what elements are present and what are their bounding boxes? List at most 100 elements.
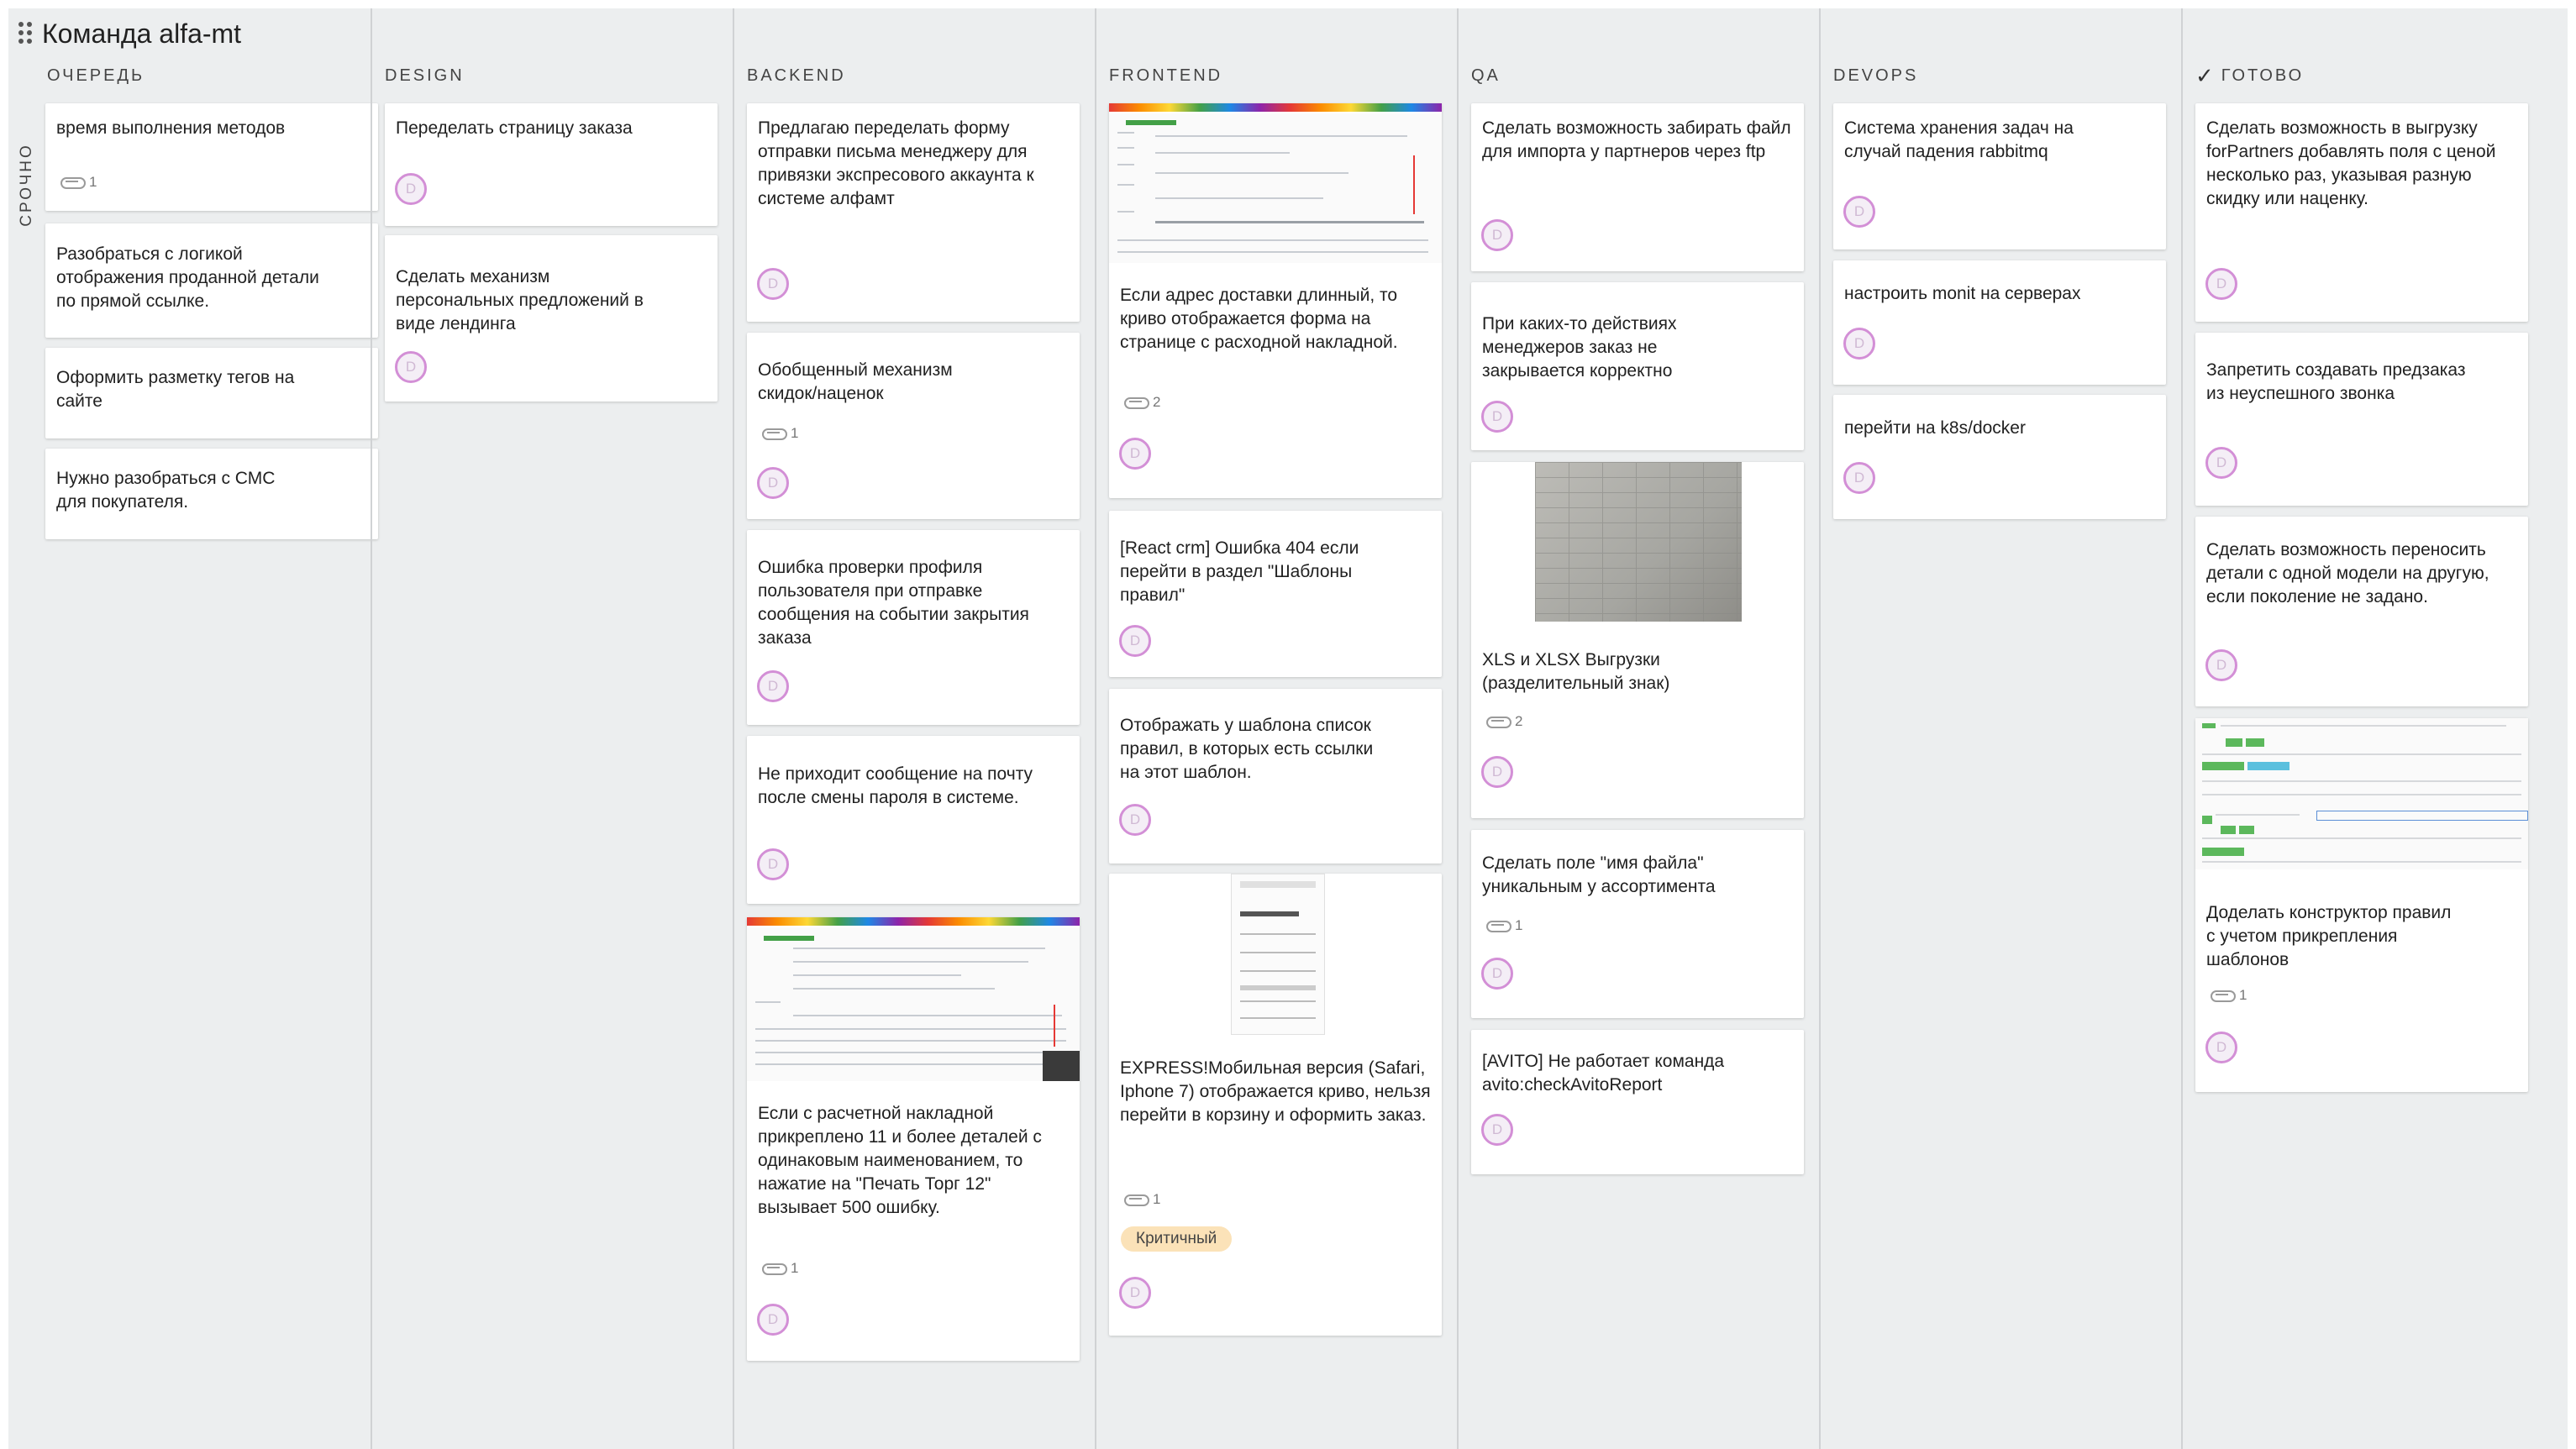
paperclip-icon — [2211, 990, 2236, 1002]
task-card[interactable]: Система хранения задач на случай падения… — [1833, 103, 2166, 249]
paperclip-icon — [1486, 920, 1511, 932]
assignee-avatar[interactable]: D — [2205, 447, 2237, 479]
task-card[interactable]: XLS и XLSX Выгрузки (разделительный знак… — [1471, 462, 1804, 818]
card-title: Сделать поле "имя файла" уникальным у ас… — [1482, 853, 1716, 896]
assignee-avatar[interactable]: D — [1481, 219, 1513, 251]
attachment-count-value: 1 — [791, 425, 799, 441]
attachment-thumbnail[interactable] — [1109, 103, 1442, 263]
assignee-avatar[interactable]: D — [395, 351, 427, 383]
assignee-avatar[interactable]: D — [2205, 649, 2237, 681]
column-title: BACKEND — [747, 66, 846, 85]
card-title: Если с расчетной накладной прикреплено 1… — [758, 1104, 1042, 1217]
assignee-avatar[interactable]: D — [1843, 462, 1875, 494]
task-card[interactable]: Ошибка проверки профиля пользователя при… — [747, 530, 1080, 725]
card-title: Переделать страницу заказа — [396, 118, 633, 138]
card-title: [React crm] Ошибка 404 если перейти в ра… — [1120, 538, 1359, 605]
task-card[interactable]: Разобраться с логикой отображения продан… — [45, 223, 378, 338]
task-card[interactable]: [React crm] Ошибка 404 если перейти в ра… — [1109, 511, 1442, 677]
card-title: Запретить создавать предзаказ из неуспеш… — [2206, 360, 2466, 403]
assignee-avatar[interactable]: D — [1481, 401, 1513, 433]
task-card[interactable]: перейти на k8s/docker D — [1833, 395, 2166, 519]
assignee-avatar[interactable]: D — [757, 848, 789, 880]
attachment-thumbnail[interactable] — [1535, 462, 1742, 622]
card-title: Сделать механизм персональных предложени… — [396, 267, 644, 333]
task-card[interactable]: время выполнения методов 1 — [45, 103, 378, 211]
assignee-avatar[interactable]: D — [1481, 1114, 1513, 1146]
attachment-count: 1 — [1486, 917, 1522, 934]
card-title: EXPRESS!Мобильная версия (Safari, Iphone… — [1120, 1058, 1431, 1125]
card-title: Оформить разметку тегов на сайте — [56, 368, 295, 411]
assignee-avatar[interactable]: D — [2205, 1032, 2237, 1063]
task-card[interactable]: [AVITO] Не работает команда avito:checkA… — [1471, 1030, 1804, 1174]
task-card[interactable]: Нужно разобраться с СМС для покупателя. — [45, 449, 378, 539]
column-title: FRONTEND — [1109, 66, 1223, 85]
assignee-avatar[interactable]: D — [757, 670, 789, 702]
attachment-count-value: 1 — [89, 174, 97, 190]
task-card[interactable]: Если адрес доставки длинный, то криво от… — [1109, 103, 1442, 498]
attachment-count: 2 — [1486, 713, 1522, 730]
task-card[interactable]: Сделать возможность в выгрузку forPartne… — [2195, 103, 2528, 322]
board: Команда alfa-mt СРОЧНО ОЧЕРЕДЬ время вып… — [8, 8, 2568, 1449]
paperclip-icon — [1124, 396, 1149, 409]
check-icon: ✓ — [2195, 62, 2216, 88]
task-card[interactable]: Не приходит сообщение на почту после сме… — [747, 736, 1080, 904]
task-card[interactable]: Обобщенный механизм скидок/наценок 1 D — [747, 333, 1080, 519]
assignee-avatar[interactable]: D — [1843, 196, 1875, 228]
attachment-thumbnail[interactable] — [747, 917, 1080, 1081]
task-card[interactable]: Доделать конструктор правил с учетом при… — [2195, 718, 2528, 1092]
task-card[interactable]: Оформить разметку тегов на сайте — [45, 348, 378, 438]
column-devops: DEVOPS Система хранения задач на случай … — [1819, 8, 2183, 1449]
card-title: время выполнения методов — [56, 118, 286, 138]
card-title: Ошибка проверки профиля пользователя при… — [758, 558, 1029, 648]
card-title: Отображать у шаблона список правил, в ко… — [1120, 716, 1374, 782]
card-title: Если адрес доставки длинный, то криво от… — [1120, 286, 1398, 352]
attachment-count: 1 — [762, 425, 798, 442]
assignee-avatar[interactable]: D — [1119, 438, 1151, 470]
assignee-avatar[interactable]: D — [1119, 804, 1151, 836]
assignee-avatar[interactable]: D — [395, 173, 427, 205]
task-card[interactable]: Предлагаю переделать форму отправки пись… — [747, 103, 1080, 322]
assignee-avatar[interactable]: D — [757, 467, 789, 499]
assignee-avatar[interactable]: D — [1481, 958, 1513, 990]
task-card[interactable]: Если с расчетной накладной прикреплено 1… — [747, 917, 1080, 1361]
attachment-count: 2 — [1124, 394, 1160, 411]
assignee-avatar[interactable]: D — [757, 268, 789, 300]
column-header: DESIGN — [385, 66, 465, 86]
attachment-count-value: 2 — [1515, 713, 1523, 729]
attachment-thumbnail[interactable] — [2195, 718, 2528, 869]
attachment-thumbnail[interactable] — [1109, 874, 1442, 1037]
assignee-avatar[interactable]: D — [1119, 625, 1151, 657]
attachment-count-value: 1 — [1515, 917, 1523, 933]
card-title: Сделать возможность забирать файл для им… — [1482, 118, 1791, 161]
task-card[interactable]: Сделать возможность забирать файл для им… — [1471, 103, 1804, 271]
priority-badge: Критичный — [1121, 1226, 1233, 1252]
assignee-avatar[interactable]: D — [2205, 268, 2237, 300]
task-card[interactable]: Запретить создавать предзаказ из неуспеш… — [2195, 333, 2528, 506]
attachment-count-value: 1 — [791, 1260, 799, 1276]
task-card[interactable]: При каких-то действиях менеджеров заказ … — [1471, 282, 1804, 450]
assignee-avatar[interactable]: D — [1119, 1277, 1151, 1309]
column-queue: ОЧЕРЕДЬ время выполнения методов 1 Разоб… — [8, 8, 378, 1449]
assignee-avatar[interactable]: D — [757, 1304, 789, 1336]
attachment-count: 1 — [60, 174, 97, 191]
card-title: [AVITO] Не работает команда avito:checkA… — [1482, 1052, 1725, 1095]
task-card[interactable]: Сделать механизм персональных предложени… — [385, 235, 718, 402]
task-card[interactable]: настроить monit на серверах D — [1833, 260, 2166, 385]
column-design: DESIGN Переделать страницу заказа D Сдел… — [371, 8, 734, 1449]
task-card[interactable]: EXPRESS!Мобильная версия (Safari, Iphone… — [1109, 874, 1442, 1336]
column-header: BACKEND — [747, 66, 846, 86]
card-title: перейти на k8s/docker — [1844, 418, 2026, 438]
task-card[interactable]: Сделать возможность переносить детали с … — [2195, 517, 2528, 706]
attachment-count: 1 — [762, 1260, 798, 1277]
column-header: ✓ ГОТОВО — [2195, 62, 2304, 88]
column-frontend: FRONTEND Если адрес доставки длинный, то… — [1095, 8, 1459, 1449]
assignee-avatar[interactable]: D — [1843, 328, 1875, 360]
card-title: Не приходит сообщение на почту после сме… — [758, 764, 1033, 807]
card-title: Сделать возможность в выгрузку forPartne… — [2206, 118, 2496, 208]
task-card[interactable]: Отображать у шаблона список правил, в ко… — [1109, 689, 1442, 864]
task-card[interactable]: Переделать страницу заказа D — [385, 103, 718, 226]
task-card[interactable]: Сделать поле "имя файла" уникальным у ас… — [1471, 830, 1804, 1018]
paperclip-icon — [60, 176, 86, 189]
card-title: Доделать конструктор правил с учетом при… — [2206, 903, 2452, 969]
assignee-avatar[interactable]: D — [1481, 756, 1513, 788]
